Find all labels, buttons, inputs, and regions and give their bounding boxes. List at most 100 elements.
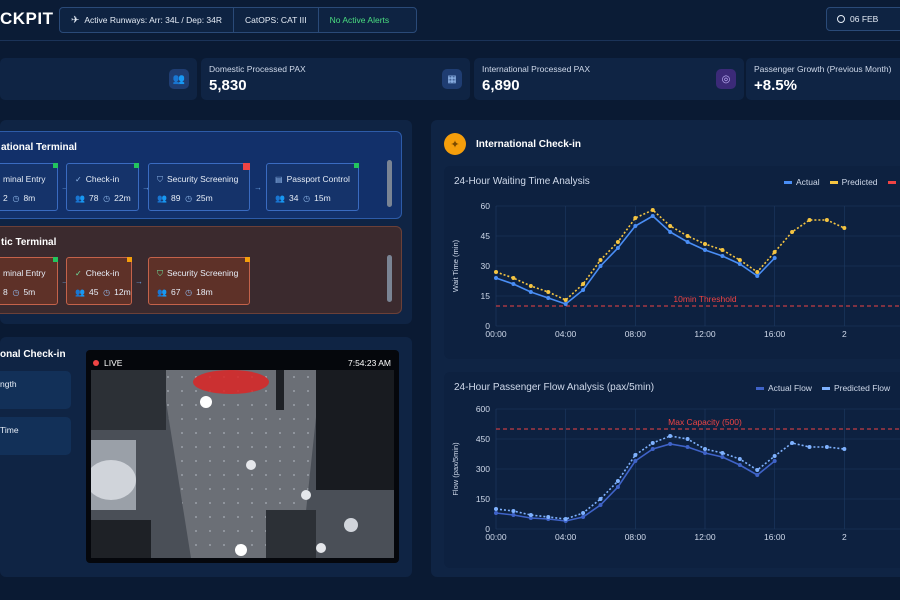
- data-point-actual: [581, 288, 586, 292]
- status-indicator: [354, 163, 359, 168]
- data-point-predicted: [494, 270, 498, 274]
- status-indicator: [53, 163, 58, 168]
- data-point-predicted-flow: [650, 441, 655, 445]
- wait-time-chart: 24-Hour Waiting Time Analysis Actual Pre…: [444, 166, 900, 359]
- y-tick-label: 450: [476, 434, 490, 444]
- data-point-predicted-flow: [598, 497, 603, 501]
- scrollbar[interactable]: [387, 160, 392, 207]
- status-indicator: [134, 163, 139, 168]
- data-point-actual-flow: [737, 463, 742, 467]
- y-axis-label: Flow (pax/5min): [451, 442, 460, 496]
- data-point-actual-flow: [494, 511, 498, 515]
- stage-security-screening[interactable]: ⛉ Security Screening 👥 89 ◷ 25m: [148, 163, 250, 211]
- data-point-predicted-flow: [563, 517, 568, 521]
- scrollbar[interactable]: [387, 255, 392, 302]
- data-point-predicted: [772, 250, 777, 254]
- shield-icon: ⛉: [157, 175, 163, 184]
- data-point-predicted: [563, 298, 568, 302]
- data-point-predicted: [546, 290, 551, 294]
- stage-check-in[interactable]: ✓ Check-in 👥 45 ◷ 12m: [66, 257, 132, 305]
- x-tick-label: 12:00: [694, 329, 716, 339]
- x-tick-label: 04:00: [555, 329, 577, 339]
- y-tick-label: 60: [481, 201, 491, 211]
- data-point-predicted-flow: [755, 468, 760, 472]
- data-point-predicted: [824, 218, 829, 222]
- domestic-terminal-title: tic Terminal: [1, 237, 57, 248]
- data-point-predicted-flow: [494, 507, 498, 511]
- data-point-predicted: [685, 234, 690, 238]
- passenger-flow-plot: 015030045060000:00 04:00 08:00 12:00 16:00 2F…: [451, 404, 900, 542]
- data-point-predicted: [633, 216, 638, 220]
- y-tick-label: 300: [476, 464, 490, 474]
- x-tick-label: 16:00: [764, 329, 786, 339]
- data-point-actual: [494, 276, 498, 280]
- data-point-actual: [650, 214, 655, 218]
- data-point-predicted: [737, 258, 742, 262]
- y-tick-label: 45: [481, 231, 491, 241]
- data-point-predicted: [615, 240, 620, 244]
- international-terminal: ational Terminal minal Entry 2 ◷ 8m → ✓ Ch…: [0, 131, 402, 219]
- clock-icon: ◷: [303, 194, 311, 203]
- x-tick-label: 00:00: [485, 329, 507, 339]
- users-icon: 👥: [75, 194, 85, 203]
- data-point-actual-flow: [615, 485, 620, 489]
- stage-terminal-entry[interactable]: minal Entry 2 ◷ 8m: [0, 163, 58, 211]
- live-camera-feed[interactable]: LIVE 7:54:23 AM: [86, 350, 399, 563]
- kpi-domestic-pax: Domestic Processed PAX 5,830 ▦: [201, 58, 470, 100]
- clock-icon: [837, 15, 845, 23]
- wait-time-metric: Time: [0, 417, 71, 455]
- kpi-passenger-growth: Passenger Growth (Previous Month) +8.5%: [746, 58, 900, 100]
- stage-security-screening[interactable]: ⛉ Security Screening 👥 67 ◷ 18m: [148, 257, 250, 305]
- runways-status: ✈ Active Runways: Arr: 34L / Dep: 34R: [60, 8, 235, 32]
- data-point-predicted: [790, 230, 795, 234]
- x-tick-label: 2: [842, 329, 847, 339]
- arrow-icon: →: [254, 183, 262, 192]
- data-point-predicted: [511, 276, 516, 280]
- data-point-predicted-flow: [720, 451, 725, 455]
- data-point-actual-flow: [650, 447, 655, 451]
- x-tick-label: 08:00: [625, 532, 647, 542]
- stage-check-in[interactable]: ✓ Check-in 👥 78 ◷ 22m: [66, 163, 139, 211]
- data-point-predicted-flow: [511, 509, 516, 513]
- date-display[interactable]: 06 FEB: [826, 7, 900, 31]
- x-tick-label: 00:00: [485, 532, 507, 542]
- check-icon: ✓: [75, 175, 82, 184]
- data-point-actual-flow: [703, 451, 707, 455]
- stage-terminal-entry[interactable]: minal Entry 8 ◷ 5m: [0, 257, 58, 305]
- data-point-predicted: [650, 208, 655, 212]
- stage-passport-control[interactable]: ▤ Passport Control 👥 34 ◷ 15m: [266, 163, 359, 211]
- data-point-actual: [737, 262, 742, 266]
- shield-icon: ⛉: [157, 269, 163, 278]
- threshold-label: 10min Threshold: [673, 294, 736, 304]
- globe-icon: ◎: [716, 69, 736, 89]
- data-point-actual-flow: [633, 459, 638, 463]
- data-point-predicted-flow: [842, 447, 847, 451]
- data-point-actual: [755, 274, 760, 278]
- live-indicator: LIVE: [93, 358, 122, 368]
- queue-length-metric: ngth: [0, 371, 71, 409]
- data-point-predicted-flow: [807, 445, 812, 449]
- data-point-actual-flow: [685, 445, 690, 449]
- data-point-actual: [598, 264, 603, 268]
- sun-icon: ✦: [444, 133, 466, 155]
- kpi-card-left: 👥: [0, 58, 197, 100]
- domestic-terminal: tic Terminal minal Entry 8 ◷ 5m → ✓ Check-…: [0, 226, 402, 314]
- data-point-actual: [703, 248, 707, 252]
- users-icon: 👥: [275, 194, 285, 203]
- wait-time-plot: 01530456000:00 04:00 08:00 12:00 16:00 2Wait …: [451, 201, 900, 339]
- data-point-actual: [685, 240, 690, 244]
- status-indicator: [53, 257, 58, 262]
- data-point-actual: [668, 230, 673, 234]
- international-terminal-title: ational Terminal: [1, 142, 77, 153]
- status-indicator: [245, 257, 250, 262]
- data-point-predicted-flow: [581, 511, 586, 515]
- data-point-actual: [720, 254, 725, 258]
- passport-icon: ▤: [275, 175, 283, 184]
- alerts-status[interactable]: No Active Alerts: [319, 8, 401, 32]
- app-brand: CKPIT: [0, 9, 54, 28]
- data-point-actual: [528, 290, 533, 294]
- clock-icon: ◷: [12, 194, 20, 203]
- arrow-icon: →: [135, 277, 143, 286]
- clock-icon: ◷: [103, 194, 111, 203]
- data-point-predicted-flow: [824, 445, 829, 449]
